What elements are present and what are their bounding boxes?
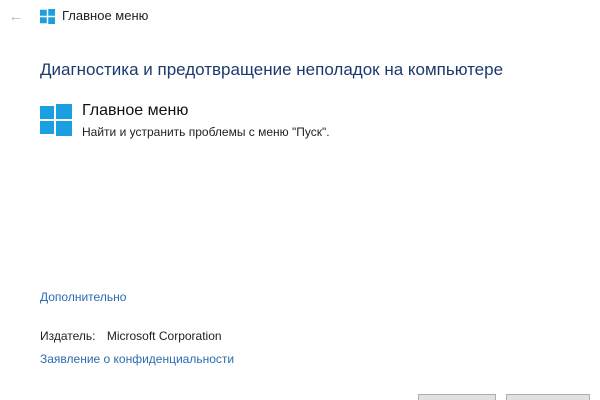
- cancel-button[interactable]: [506, 394, 590, 400]
- troubleshooter-window: ← Главное меню Диагностика и предотвраще…: [0, 0, 600, 400]
- advanced-link[interactable]: Дополнительно: [40, 290, 126, 304]
- windows-logo-icon: [40, 104, 72, 136]
- publisher-row: Издатель: Microsoft Corporation: [40, 329, 222, 343]
- title-bar: ← Главное меню: [0, 0, 600, 32]
- windows-logo-icon: [40, 9, 55, 24]
- troubleshooter-title: Главное меню: [82, 102, 189, 119]
- publisher-label: Издатель:: [40, 329, 96, 343]
- page-heading: Диагностика и предотвращение неполадок н…: [40, 60, 504, 79]
- publisher-value: Microsoft Corporation: [106, 329, 222, 343]
- troubleshooter-description: Найти и устранить проблемы с меню "Пуск"…: [82, 125, 330, 139]
- window-title: Главное меню: [62, 8, 149, 23]
- back-arrow-icon: ←: [8, 7, 24, 25]
- back-button[interactable]: ←: [6, 6, 26, 26]
- privacy-statement-link[interactable]: Заявление о конфиденциальности: [40, 352, 234, 366]
- next-button[interactable]: [418, 394, 496, 400]
